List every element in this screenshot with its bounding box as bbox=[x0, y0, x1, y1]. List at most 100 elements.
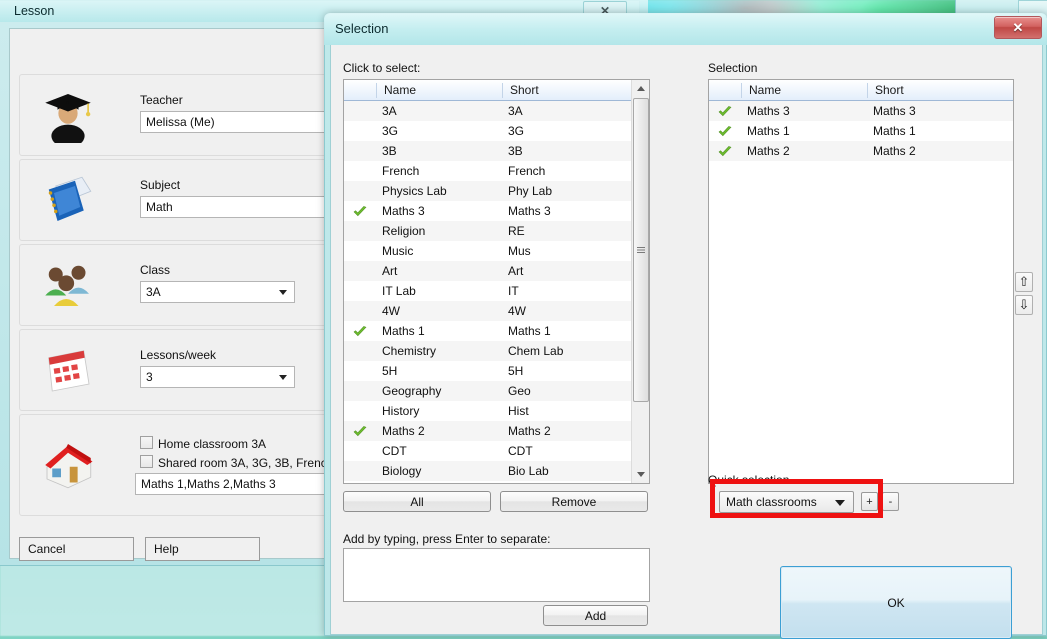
row-name: 3G bbox=[382, 124, 399, 138]
row-name: Maths 2 bbox=[747, 144, 790, 158]
row-name: 3B bbox=[382, 144, 397, 158]
row-short: French bbox=[508, 164, 546, 178]
checkbox-box bbox=[140, 436, 153, 449]
table-row[interactable]: IT Lab IT bbox=[344, 281, 649, 301]
lessons-per-week-combobox[interactable]: 3 bbox=[140, 366, 295, 388]
table-row[interactable]: 3A 3A bbox=[344, 101, 649, 121]
available-list-rows: 3A 3A 3G 3G 3B 3B French French Physics Lab Phy L… bbox=[344, 101, 649, 483]
close-icon[interactable]: ✕ bbox=[994, 16, 1042, 39]
class-combobox[interactable]: 3A bbox=[140, 281, 295, 303]
row-check[interactable] bbox=[344, 325, 376, 337]
header-name[interactable]: Name bbox=[741, 82, 867, 98]
table-row[interactable]: Religion RE bbox=[344, 221, 649, 241]
row-name: Maths 2 bbox=[382, 424, 425, 438]
row-short: 3B bbox=[508, 144, 523, 158]
table-row[interactable]: Physics Lab Phy Lab bbox=[344, 181, 649, 201]
table-row[interactable]: 3G 3G bbox=[344, 121, 649, 141]
header-short[interactable]: Short bbox=[502, 82, 649, 98]
row-name: Physics Lab bbox=[382, 184, 447, 198]
checkbox-box bbox=[140, 455, 153, 468]
row-short: 3G bbox=[508, 124, 525, 138]
table-row[interactable]: 4W 4W bbox=[344, 301, 649, 321]
move-up-button[interactable]: ⇧ bbox=[1015, 272, 1033, 292]
available-list[interactable]: Name Short 3A 3A 3G 3G 3B 3B French French Physi… bbox=[343, 79, 650, 484]
row-check[interactable] bbox=[709, 105, 741, 117]
table-row[interactable]: Maths 2 Maths 2 bbox=[709, 141, 1013, 161]
selection-titlebar: Selection ✕ bbox=[324, 13, 1047, 45]
quick-selection-remove-button[interactable]: - bbox=[882, 492, 899, 511]
row-check[interactable] bbox=[709, 125, 741, 137]
add-by-typing-textarea[interactable] bbox=[343, 548, 650, 602]
people-group-icon bbox=[45, 265, 89, 306]
row-short: RE bbox=[508, 224, 525, 238]
remove-button[interactable]: Remove bbox=[500, 491, 648, 512]
table-row[interactable]: 3B 3B bbox=[344, 141, 649, 161]
table-row[interactable]: Maths 3 Maths 3 bbox=[709, 101, 1013, 121]
row-name: IT Lab bbox=[382, 284, 416, 298]
row-short: Maths 2 bbox=[508, 424, 551, 438]
chevron-down-icon bbox=[279, 375, 287, 380]
header-check-col bbox=[709, 83, 741, 98]
selected-list-header: Name Short bbox=[709, 80, 1013, 101]
table-row[interactable]: Maths 1 Maths 1 bbox=[344, 321, 649, 341]
help-button[interactable]: Help bbox=[145, 537, 260, 561]
click-to-select-label: Click to select: bbox=[343, 61, 421, 75]
row-name: CDT bbox=[382, 444, 407, 458]
add-button[interactable]: Add bbox=[543, 605, 648, 626]
row-short: Maths 1 bbox=[508, 324, 551, 338]
row-name: French bbox=[382, 164, 420, 178]
row-name: Maths 1 bbox=[382, 324, 425, 338]
row-check[interactable] bbox=[344, 205, 376, 217]
table-row[interactable]: Art Art bbox=[344, 261, 649, 281]
row-name: Art bbox=[382, 264, 398, 278]
row-short: Bio Lab bbox=[508, 464, 549, 478]
header-name[interactable]: Name bbox=[376, 82, 502, 98]
row-short: Maths 3 bbox=[508, 204, 551, 218]
table-row[interactable]: Music Mus bbox=[344, 241, 649, 261]
row-check[interactable] bbox=[709, 145, 741, 157]
row-short: CDT bbox=[508, 444, 533, 458]
home-classroom-checkbox[interactable]: Home classroom 3A bbox=[140, 436, 266, 451]
scroll-up-arrow[interactable] bbox=[632, 80, 649, 97]
table-row[interactable]: Geography Geo bbox=[344, 381, 649, 401]
ok-button[interactable]: OK bbox=[780, 566, 1012, 639]
check-icon bbox=[353, 425, 367, 436]
lessons-per-week-value: 3 bbox=[146, 370, 153, 384]
table-row[interactable]: CDT CDT bbox=[344, 441, 649, 461]
scroll-down-arrow[interactable] bbox=[632, 466, 649, 483]
header-short[interactable]: Short bbox=[867, 82, 1013, 98]
table-row[interactable]: 5H 5H bbox=[344, 361, 649, 381]
available-list-header: Name Short bbox=[344, 80, 649, 101]
row-name: Chemistry bbox=[382, 344, 437, 358]
cancel-button[interactable]: Cancel bbox=[19, 537, 134, 561]
table-row[interactable]: French French bbox=[344, 161, 649, 181]
table-row[interactable]: Chemistry Chem Lab bbox=[344, 341, 649, 361]
row-name: Geography bbox=[382, 384, 442, 398]
house-icon bbox=[45, 444, 93, 489]
move-down-button[interactable]: ⇩ bbox=[1015, 295, 1033, 315]
add-by-typing-label: Add by typing, press Enter to separate: bbox=[343, 532, 551, 546]
row-name: 5H bbox=[382, 364, 398, 378]
row-name: Religion bbox=[382, 224, 426, 238]
table-row[interactable]: History Hist bbox=[344, 401, 649, 421]
table-row[interactable]: Biology Bio Lab bbox=[344, 461, 649, 481]
table-row[interactable]: Maths 2 Maths 2 bbox=[344, 421, 649, 441]
row-short: Maths 1 bbox=[873, 124, 916, 138]
table-row[interactable]: Maths 1 Maths 1 bbox=[709, 121, 1013, 141]
row-short: 5H bbox=[508, 364, 524, 378]
row-short: Hist bbox=[508, 404, 529, 418]
row-name: 3A bbox=[382, 104, 397, 118]
lesson-window-title: Lesson bbox=[14, 4, 55, 18]
all-button[interactable]: All bbox=[343, 491, 491, 512]
available-list-scrollbar[interactable] bbox=[631, 80, 649, 483]
row-short: 3A bbox=[508, 104, 523, 118]
selected-list[interactable]: Name Short Maths 3 Maths 3 Maths 1 Maths 1M… bbox=[708, 79, 1014, 484]
check-icon bbox=[718, 145, 732, 156]
row-check[interactable] bbox=[344, 425, 376, 437]
scrollbar-thumb[interactable] bbox=[633, 98, 649, 402]
table-row[interactable]: Maths 3 Maths 3 bbox=[344, 201, 649, 221]
row-name: Biology bbox=[382, 464, 422, 478]
row-short: Mus bbox=[508, 244, 531, 258]
selection-label: Selection bbox=[708, 61, 758, 75]
check-icon bbox=[718, 105, 732, 116]
